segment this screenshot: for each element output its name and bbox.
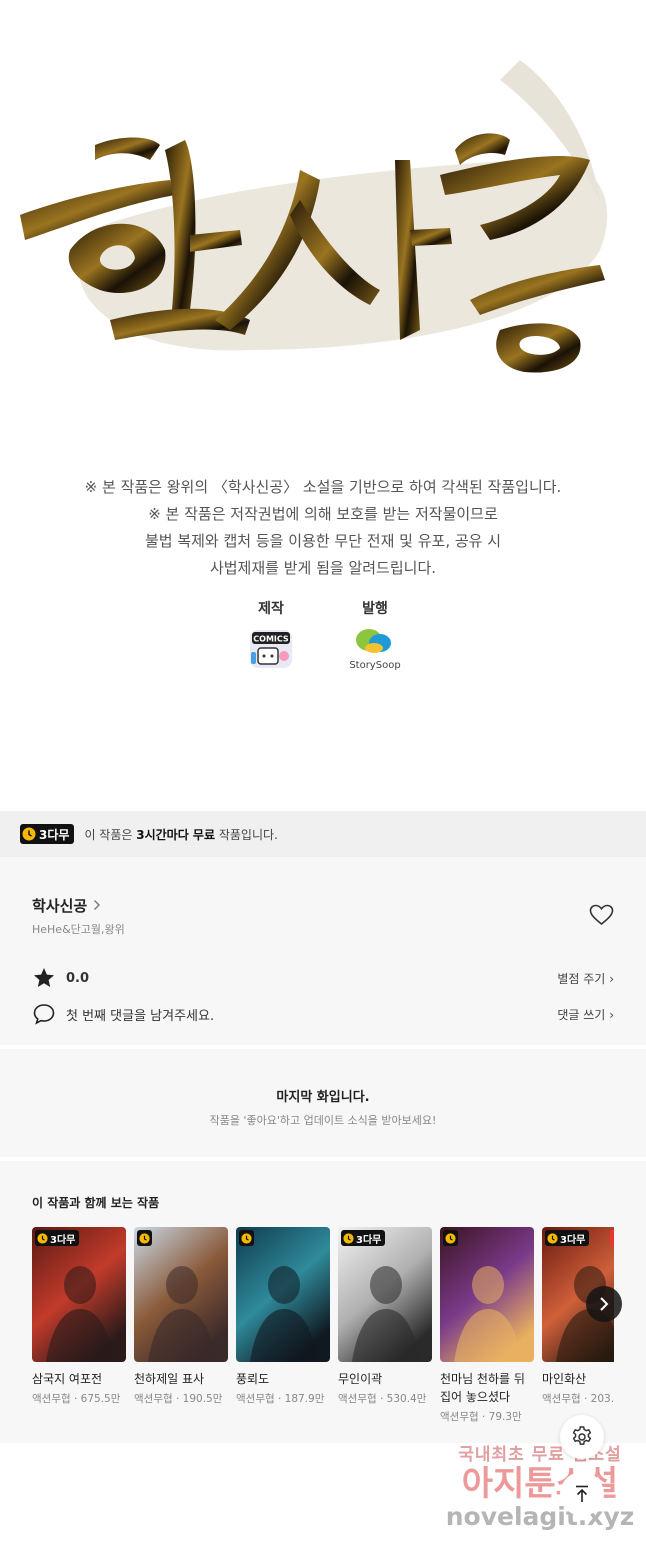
card-meta: 액션무협 · 187.9만 [236, 1393, 325, 1405]
wait-free-badge: 3다무 [35, 1230, 80, 1246]
card-title: 무인이곽 [338, 1372, 383, 1386]
notice-line: ※ 본 작품은 저작권법에 의해 보호를 받는 저작물이므로 [148, 505, 498, 523]
recommendation-card[interactable]: 풍뢰도액션무협 · 187.9만 [236, 1227, 330, 1406]
recommendations-heading: 이 작품과 함께 보는 작품 [32, 1196, 160, 1210]
cover-thumbnail: 3다무 [338, 1227, 432, 1362]
recommendation-card[interactable]: 3다무무인이곽액션무협 · 530.4만 [338, 1227, 432, 1406]
publisher-label: 발행 [362, 601, 388, 617]
chevron-right-icon: › [609, 971, 614, 986]
star-icon [34, 968, 54, 987]
wait-free-badge: 3다무 [545, 1230, 590, 1246]
chevron-right-icon [600, 1297, 609, 1311]
notice-line: 불법 복제와 캡처 등을 이용한 무단 전재 및 유포, 공유 시 [144, 532, 502, 550]
chevron-right-icon: › [609, 1007, 614, 1022]
update-badge: UP [609, 1230, 614, 1246]
cover-thumbnail: 3다무 [32, 1227, 126, 1362]
site-watermark: 국내최초 무료 웹소설 아지툰소설 novelagit.xyz [440, 1440, 640, 1540]
card-title: 풍뢰도 [236, 1372, 270, 1386]
wait-free-badge-text: 3다무 [39, 827, 70, 842]
settings-button[interactable] [560, 1415, 604, 1459]
publisher-credit: 발행 StorySoop [345, 598, 405, 672]
title-art-banner [0, 0, 646, 460]
card-meta: 액션무협 · 79.3만 [440, 1411, 522, 1423]
cover-thumbnail [134, 1227, 228, 1362]
cover-thumbnail [236, 1227, 330, 1362]
rating-value: 0.0 [66, 970, 90, 986]
gear-icon [572, 1426, 592, 1445]
notice-line: ※ 본 작품은 왕위의 〈학사신공〉 소설을 기반으로 하여 각색된 작품입니다… [84, 478, 562, 496]
watermark-line: novelagit.xyz [445, 1502, 635, 1531]
last-episode-sub: 작품을 '좋아요'하고 업데이트 소식을 받아보세요! [209, 1114, 437, 1127]
clock-icon [37, 1232, 48, 1244]
work-authors: HeHe&단고월,왕위 [32, 923, 125, 936]
free-bar-text: 이 작품은 3시간마다 무료 작품입니다. [84, 827, 278, 842]
clock-icon [547, 1232, 558, 1244]
card-title: 천하제일 표사 [134, 1372, 205, 1386]
card-meta: 액션무협 · 675.5만 [32, 1393, 121, 1405]
comment-row: 첫 번째 댓글을 남겨주세요. 댓글 쓰기 › [32, 1001, 614, 1027]
wait-free-badge [443, 1230, 458, 1246]
heart-icon [589, 904, 614, 926]
storysoop-logo: StorySoop [345, 626, 405, 672]
notice-line: 사법제재를 받게 됨을 알려드립니다. [209, 559, 437, 577]
last-episode-heading: 마지막 화입니다. [276, 1090, 370, 1105]
recommendation-card[interactable]: 3다무삼국지 여포전액션무협 · 675.5만 [32, 1227, 126, 1406]
comics-studio-logo: COMICS [248, 626, 294, 672]
watermark-line: 아지툰소설 [461, 1464, 619, 1504]
scroll-to-top-button[interactable] [560, 1472, 604, 1516]
comment-prompt: 첫 번째 댓글을 남겨주세요. [66, 1008, 215, 1024]
work-title: 학사신공 [32, 897, 88, 915]
card-title: 삼국지 여포전 [32, 1372, 103, 1386]
clock-icon [139, 1232, 150, 1244]
arrow-up-icon [576, 1485, 588, 1502]
clock-icon [343, 1232, 354, 1244]
free-every-3-hours-bar: 3다무 이 작품은 3시간마다 무료 작품입니다. [0, 811, 646, 857]
card-meta: 액션무협 · 190.5만 [134, 1393, 223, 1405]
clock-icon [445, 1232, 456, 1244]
recommendation-carousel: 3다무 삼국지 여포전 액션무협 · 675.5만 천하제일 표사 액션무협 · 190… [32, 1227, 614, 1443]
last-episode-panel: 마지막 화입니다. 작품을 '좋아요'하고 업데이트 소식을 받아보세요! [0, 1049, 646, 1157]
clock-icon [241, 1232, 252, 1244]
production-label: 제작 [258, 601, 284, 617]
speech-bubble-icon [33, 1004, 55, 1025]
credits: 제작 COMICS 발행 StorySoop [0, 598, 646, 672]
work-info-panel: 학사신공 HeHe&단고월,왕위 0.0 별점 주기 › 첫 번째 댓글을 남겨… [0, 857, 646, 1045]
card-meta: 액션무협 · 203.1만 [542, 1393, 614, 1405]
cover-thumbnail [440, 1227, 534, 1362]
card-meta: 액션무협 · 530.4만 [338, 1393, 427, 1405]
comics-logo-text: COMICS [253, 635, 289, 644]
card-title: 천마님 천하를 뒤집어 놓으셨다 [440, 1372, 525, 1404]
rate-button[interactable]: 별점 주기 › [557, 970, 614, 987]
recommendation-card[interactable]: 천하제일 표사액션무협 · 190.5만 [134, 1227, 228, 1406]
work-title-link[interactable]: 학사신공 [32, 895, 101, 916]
calligraphy-title-art [20, 60, 608, 373]
clock-icon [22, 827, 36, 841]
recommendations-section: 이 작품과 함께 보는 작품 3다무 삼국지 여포전 액션무협 · 675.5만 천하… [0, 1161, 646, 1443]
watermark-line: 국내최초 무료 웹소설 [458, 1445, 622, 1465]
wait-free-badge [137, 1230, 152, 1246]
copyright-notice: ※ 본 작품은 왕위의 〈학사신공〉 소설을 기반으로 하여 각색된 작품입니다… [0, 474, 646, 582]
carousel-next-button[interactable] [586, 1286, 622, 1322]
wait-free-badge: 3다무 [20, 824, 75, 844]
card-title: 마인화산 [542, 1372, 587, 1386]
chevron-right-icon [93, 897, 101, 915]
write-comment-button[interactable]: 댓글 쓰기 › [557, 1006, 614, 1023]
wait-free-badge: 3다무 [341, 1230, 386, 1246]
like-heart-button[interactable] [589, 904, 614, 926]
wait-free-badge [239, 1230, 254, 1246]
recommendation-card[interactable]: 천마님 천하를 뒤집어 놓으셨다액션무협 · 79.3만 [440, 1227, 534, 1424]
production-credit: 제작 COMICS [241, 598, 301, 672]
rating-row: 0.0 별점 주기 › [32, 965, 614, 991]
storysoop-logo-text: StorySoop [349, 660, 400, 671]
